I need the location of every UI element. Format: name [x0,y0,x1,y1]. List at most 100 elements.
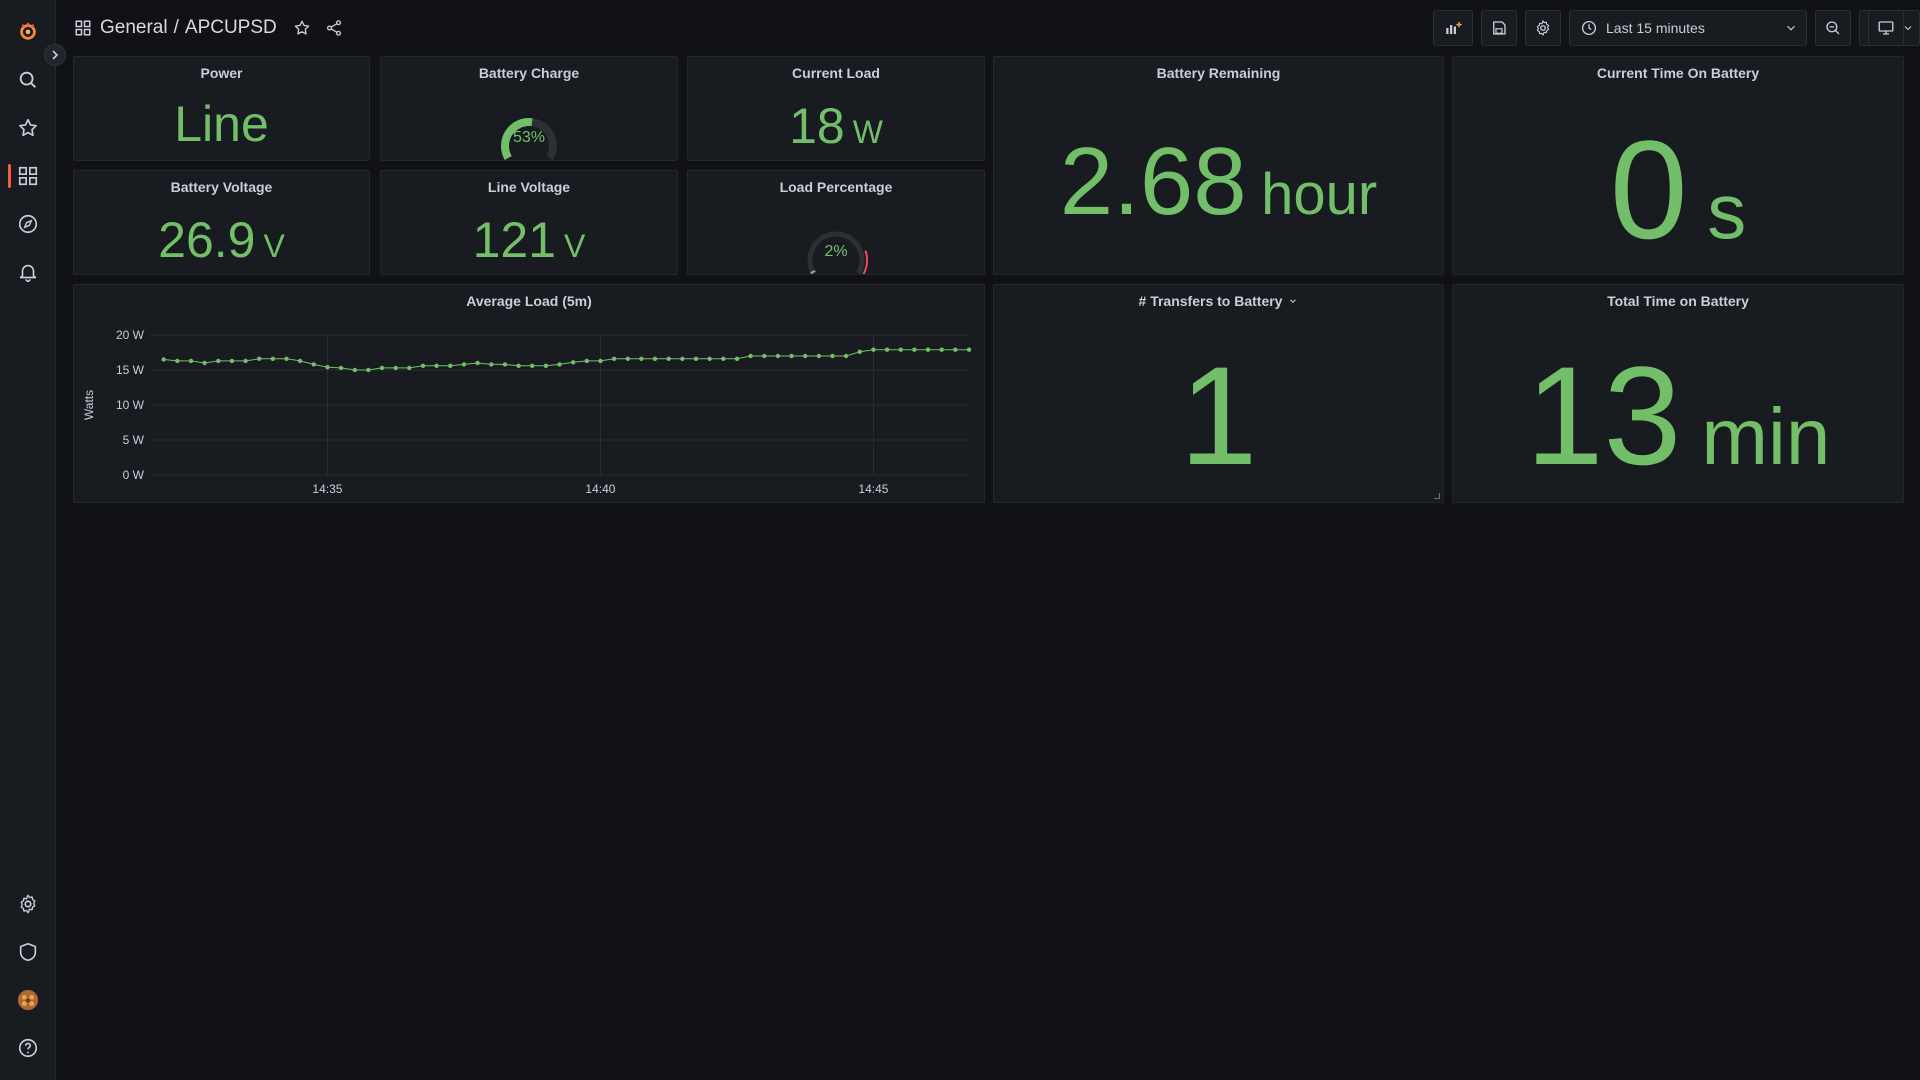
mark-favorite-button[interactable] [289,15,315,41]
panel-title: Total Time on Battery [1607,293,1749,309]
breadcrumb-dashboard[interactable]: APCUPSD [185,17,277,39]
data-point [516,363,521,368]
data-point [707,356,712,361]
star-icon[interactable] [14,114,42,142]
stat-number: 26.9 [158,212,256,268]
zoom-out-button[interactable] [1815,10,1851,46]
panel-title: Battery Charge [478,65,580,81]
search-icon[interactable] [14,66,42,94]
dashboards-icon [75,20,91,36]
kiosk-mode-button[interactable] [1868,10,1904,46]
star-icon [294,20,310,35]
data-point [243,358,248,364]
data-point [748,353,753,359]
data-point [966,347,972,352]
panel-power[interactable]: Power Line [73,56,370,161]
panel-title: Current Time On Battery [1596,65,1760,81]
breadcrumb-separator: / [173,17,179,38]
panel-battery-voltage[interactable]: Battery Voltage 26.9 V [73,170,370,275]
y-tick-label: 10 W [116,398,145,412]
stat-unit: hour [1261,162,1378,227]
settings-icon[interactable] [14,890,42,918]
data-point [693,356,699,361]
data-point [871,347,876,352]
data-point [543,363,549,368]
dashboards-icon[interactable] [14,162,42,190]
x-tick-label: 14:40 [585,482,615,496]
data-point [202,360,207,366]
data-point [188,358,194,364]
data-point [297,358,303,364]
panel-battery-charge[interactable]: Battery Charge 53% [380,56,678,161]
breadcrumb-folder[interactable]: General [100,17,168,39]
chevron-down-icon [1787,25,1795,31]
panel-current-load[interactable]: Current Load 18 W [687,56,985,161]
panel-resize-handle[interactable] [1434,493,1440,499]
data-point [598,358,603,364]
data-point [939,347,944,352]
gear-icon [1536,20,1550,36]
stat-value: 26.9 V [74,211,369,269]
data-point [420,363,426,368]
stat-number: 0 [1609,111,1688,268]
data-point [257,356,262,361]
panel-battery-remaining[interactable]: Battery Remaining 2.68 hour [993,56,1444,275]
panel-current-time-on-battery[interactable]: Current Time On Battery 0s [1452,56,1904,275]
explore-icon[interactable] [14,210,42,238]
data-point [379,365,385,371]
data-point [639,356,644,361]
data-point [898,347,903,352]
grafana-logo-icon[interactable] [14,17,42,45]
stat-unit: s [1707,167,1747,255]
data-point [789,353,794,359]
data-point [366,367,371,373]
y-tick-label: 5 W [123,433,145,447]
data-point [311,362,316,367]
dashboard-settings-button[interactable] [1525,10,1561,46]
data-point [816,353,822,359]
data-point [557,362,562,367]
data-point [721,356,726,361]
panel-average-load[interactable]: Average Load (5m) 0 W5 W 10 W 15 W 20 W 14:3… [73,284,985,503]
panel-load-percentage[interactable]: Load Percentage 2% [687,170,985,275]
stat-value: 13 min [1453,335,1903,497]
data-point [884,347,890,352]
data-point [434,363,439,368]
stat-unit: V [263,228,285,264]
data-point [857,349,862,354]
data-point [530,363,535,368]
stat-unit: W [852,114,883,150]
panel-transfers-to-battery[interactable]: # Transfers to Battery 1 [993,284,1444,503]
stat-number: 121 [472,212,557,268]
y-tick-label: 20 W [116,328,145,342]
data-point [611,356,617,361]
x-tick-label: 14:35 [312,482,342,496]
data-point [925,347,931,352]
shield-icon[interactable] [14,938,42,966]
monitor-icon [1878,21,1894,35]
data-point [338,365,344,371]
data-point [843,353,849,359]
save-dashboard-button[interactable] [1481,10,1517,46]
add-panel-button[interactable] [1433,10,1473,46]
average-load-chart: 0 W 5 W 10 W 15 W 20 W 14:35 14:40 14:45 Watts [82,328,972,496]
time-range-picker[interactable]: Last 15 minutes [1569,10,1807,46]
alerting-icon[interactable] [14,258,42,286]
help-icon[interactable] [14,1034,42,1062]
stat-value: 18 W [688,97,984,155]
time-range-label: Last 15 minutes [1606,20,1705,36]
panel-total-time-on-battery[interactable]: Total Time on Battery 13 min [1452,284,1904,503]
stat-unit: min [1701,392,1831,481]
y-tick-label: 0 W [123,468,145,482]
panel-title: Power [200,65,243,81]
data-point [489,362,494,367]
sidebar-active-indicator [8,164,11,188]
panel-line-voltage[interactable]: Line Voltage 121 V [380,170,678,275]
chevron-down-icon[interactable] [1288,296,1298,306]
data-point [229,358,235,364]
data-point [953,347,958,352]
share-dashboard-button[interactable] [321,15,347,41]
y-tick-label: 15 W [116,363,145,377]
data-point [912,347,917,352]
user-avatar-icon[interactable] [14,986,42,1014]
